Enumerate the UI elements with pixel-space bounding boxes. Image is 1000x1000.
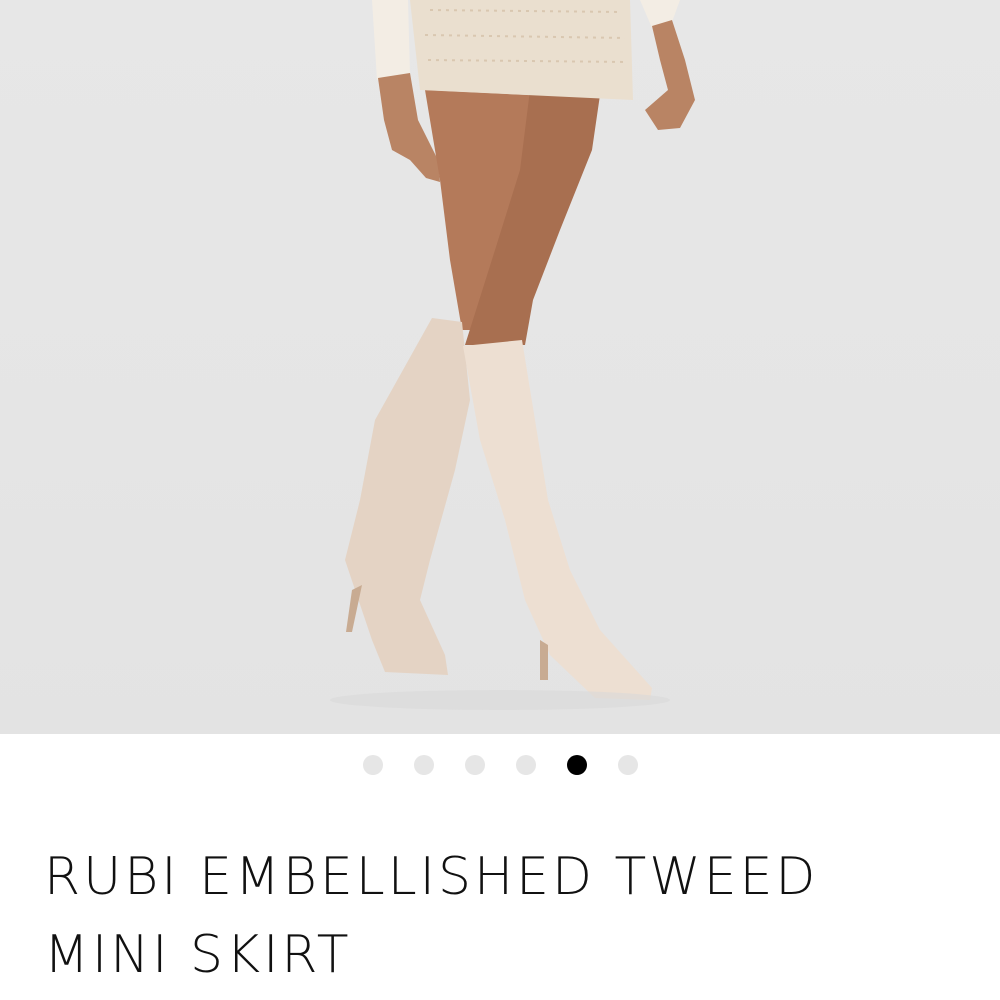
hand-right — [645, 20, 695, 130]
carousel-dot-6[interactable] — [617, 755, 638, 775]
carousel-dot-4[interactable] — [515, 755, 536, 775]
product-image[interactable] — [0, 0, 1000, 734]
skirt — [410, 0, 633, 100]
carousel-dot-5-active[interactable] — [566, 755, 587, 775]
boot-right — [463, 340, 652, 700]
sleeve-left — [372, 0, 410, 80]
heel-left — [346, 585, 362, 632]
carousel-dot-2[interactable] — [413, 755, 434, 775]
product-title: RUBI EMBELLISHED TWEED MINI SKIRT — [44, 847, 819, 985]
carousel-dots — [0, 755, 1000, 781]
product-photo-illustration — [330, 0, 695, 710]
boot-left — [345, 318, 470, 675]
carousel-dot-1[interactable] — [362, 755, 383, 775]
carousel-dot-3[interactable] — [464, 755, 485, 775]
heel-right — [540, 640, 548, 680]
